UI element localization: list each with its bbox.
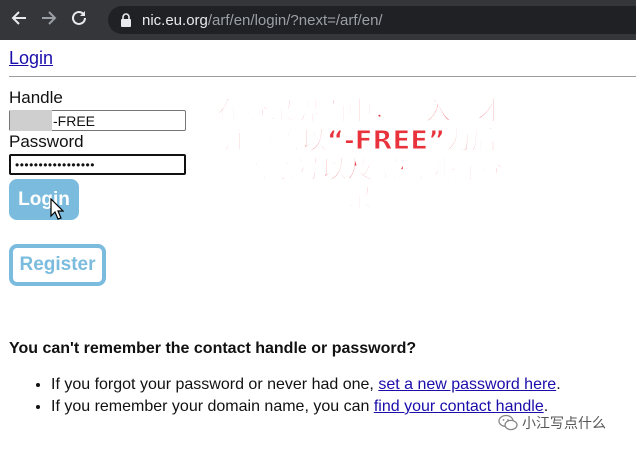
lock-icon [120, 13, 132, 27]
help-heading: You can't remember the contact handle or… [9, 340, 417, 357]
handle-input[interactable]: -FREE [9, 110, 186, 131]
list-item: If you remember your domain name, you ca… [51, 396, 561, 418]
arrow-right-icon [40, 9, 58, 31]
login-nav-link[interactable]: Login [9, 48, 53, 69]
password-input[interactable]: ••••••••••••••••• [9, 154, 186, 175]
help-list: If you forgot your password or never had… [9, 374, 561, 418]
annotation-overlay: 在登录界面中，输入刚才注册的以“-FREE”为后缀的账号以及密码进行登录 [216, 97, 503, 214]
back-button[interactable] [4, 5, 34, 35]
url-path: /arf/en/login/?next=/arf/en/ [207, 11, 383, 29]
arrow-left-icon [10, 9, 28, 31]
reset-password-link[interactable]: set a new password here [378, 376, 556, 393]
list-item-text: If you remember your domain name, you ca… [51, 398, 370, 415]
mouse-cursor-icon [50, 197, 65, 225]
password-label: Password [9, 132, 84, 151]
handle-label: Handle [9, 88, 63, 107]
register-button[interactable]: Register [9, 244, 106, 286]
address-bar[interactable]: nic.eu.org/arf/en/login/?next=/arf/en/ [108, 6, 636, 34]
divider [9, 76, 636, 77]
handle-value: -FREE [53, 112, 95, 129]
page-content: Login Handle -FREE Password ••••••••••••… [0, 40, 636, 451]
watermark: 小江写点什么 [498, 413, 606, 433]
reload-icon [70, 9, 88, 31]
wechat-icon [498, 414, 518, 432]
login-button[interactable]: Login [9, 179, 79, 220]
url-host: nic.eu.org [142, 11, 208, 29]
forward-button[interactable] [34, 5, 64, 35]
list-item-text: If you forgot your password or never had… [51, 376, 374, 393]
browser-toolbar: nic.eu.org/arf/en/login/?next=/arf/en/ [0, 0, 636, 40]
redacted-blur [10, 110, 52, 131]
list-item-punct: . [556, 376, 561, 393]
password-value: ••••••••••••••••• [15, 157, 95, 172]
reload-button[interactable] [64, 5, 94, 35]
list-item: If you forgot your password or never had… [51, 374, 561, 396]
watermark-text: 小江写点什么 [522, 415, 606, 431]
